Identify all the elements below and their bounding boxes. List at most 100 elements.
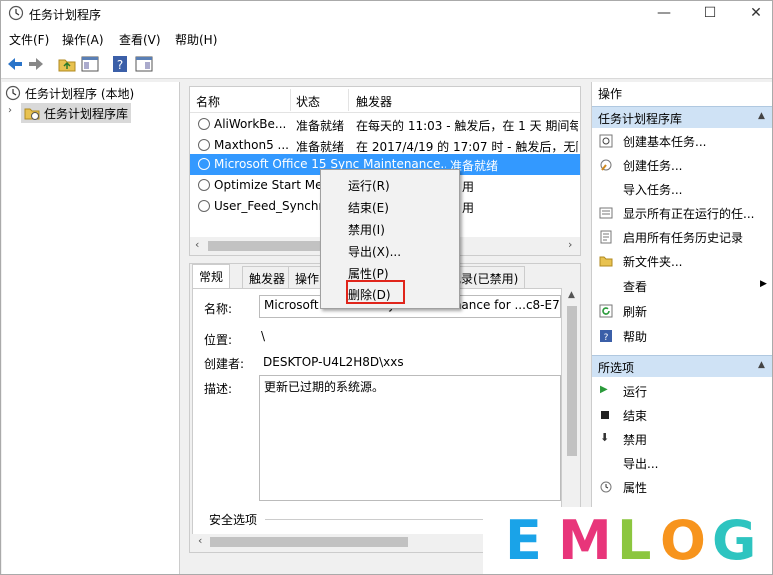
tree-root-label[interactable]: 任务计划程序 (本地) xyxy=(25,85,134,102)
scroll-left-icon[interactable]: ‹ xyxy=(198,534,202,547)
maximize-button[interactable]: ☐ xyxy=(687,1,733,27)
running-tasks-icon xyxy=(599,207,613,219)
location-value: \ xyxy=(261,329,266,343)
folder-up-icon[interactable] xyxy=(57,54,77,74)
scroll-thumb[interactable] xyxy=(210,537,408,547)
refresh-icon xyxy=(599,304,613,318)
action-enable-history[interactable]: 启用所有任务历史记录 xyxy=(592,225,772,249)
menu-item-end[interactable]: 结束(E) xyxy=(348,199,389,219)
collapse-arrow-icon[interactable]: ▲ xyxy=(758,111,765,121)
action-new-folder[interactable]: 新文件夹... xyxy=(592,249,772,273)
action-end[interactable]: 结束 xyxy=(592,403,772,427)
column-header-name[interactable]: 名称 xyxy=(196,93,220,110)
forward-arrow-icon[interactable] xyxy=(26,54,46,74)
scroll-left-icon[interactable]: ‹ xyxy=(195,238,199,251)
section-header-selected[interactable]: 所选项 ▲ xyxy=(592,355,772,377)
create-task-icon xyxy=(600,159,612,171)
action-label: 属性 xyxy=(623,481,648,495)
actions-pane: 操作 任务计划程序库 ▲ 创建基本任务... 创建任务... 导入任务... 显… xyxy=(591,82,772,574)
task-clock-icon xyxy=(198,158,210,170)
pane-splitter[interactable] xyxy=(181,82,187,574)
action-view[interactable]: 查看 ▶ xyxy=(592,274,772,298)
help-icon: ? xyxy=(600,330,612,343)
action-run[interactable]: ▶ 运行 xyxy=(592,379,772,403)
tree-item-library[interactable]: 任务计划程序库 xyxy=(21,103,131,123)
logo-letter: M xyxy=(558,509,612,572)
scroll-right-icon[interactable]: › xyxy=(568,238,572,251)
action-disable[interactable]: ⬇ 禁用 xyxy=(592,427,772,451)
action-help[interactable]: ? 帮助 xyxy=(592,324,772,348)
action-label: 启用所有任务历史记录 xyxy=(623,231,744,245)
name-label: 名称: xyxy=(204,302,233,316)
emlog-watermark-logo: E M L O G xyxy=(483,507,772,574)
action-create-task[interactable]: 创建任务... xyxy=(592,153,772,177)
action-export[interactable]: 导出... xyxy=(592,451,772,475)
tab-general[interactable]: 常规 xyxy=(192,264,231,289)
task-name: User_Feed_Synchro xyxy=(214,199,324,213)
toolbar: ? xyxy=(1,49,772,79)
action-label: 创建任务... xyxy=(623,159,683,173)
action-label: 显示所有正在运行的任... xyxy=(623,207,755,221)
vertical-scrollbar[interactable]: ▲ ▼ xyxy=(564,288,580,538)
scroll-thumb[interactable] xyxy=(567,306,577,456)
logo-letter: E xyxy=(505,509,542,572)
logo-letter: G xyxy=(712,509,757,572)
show-hide-console-icon[interactable] xyxy=(80,54,100,74)
column-header-trigger[interactable]: 触发器 xyxy=(356,93,392,110)
table-row[interactable]: AliWorkBe... 准备就绪 在每天的 11:03 - 触发后，在 1 天… xyxy=(190,114,580,135)
delete-highlight-box xyxy=(346,280,405,304)
action-import-task[interactable]: 导入任务... xyxy=(592,177,772,201)
task-clock-icon xyxy=(198,179,210,191)
folder-icon xyxy=(599,256,613,267)
task-trigger: 在每天的 11:03 - 触发后，在 1 天 期间每 xyxy=(356,119,578,133)
title-bar: 任务计划程序 — ☐ ✕ xyxy=(1,1,772,27)
menu-item-run[interactable]: 运行(R) xyxy=(348,177,390,197)
menu-view[interactable]: 查看(V) xyxy=(119,31,161,48)
action-create-basic-task[interactable]: 创建基本任务... xyxy=(592,129,772,153)
collapse-arrow-icon[interactable]: ▲ xyxy=(758,360,765,370)
action-label: 禁用 xyxy=(623,433,648,447)
show-action-pane-icon[interactable] xyxy=(134,54,154,74)
logo-letter: O xyxy=(660,509,706,572)
help-icon[interactable]: ? xyxy=(110,54,130,74)
general-tab-body: 名称: Microsoft Office 15 Sync Maintenance… xyxy=(192,288,562,538)
create-basic-task-icon xyxy=(599,134,613,148)
folder-clock-icon xyxy=(24,108,40,120)
back-arrow-icon[interactable] xyxy=(5,54,25,74)
actions-title: 操作 xyxy=(592,82,772,104)
table-row[interactable]: Maxthon5 ... 准备就绪 在 2017/4/19 的 17:07 时 … xyxy=(190,135,580,156)
clock-icon xyxy=(5,85,21,101)
action-label: 导出... xyxy=(623,457,659,471)
menu-help[interactable]: 帮助(H) xyxy=(175,31,217,48)
stop-icon xyxy=(601,411,609,419)
column-header-status[interactable]: 状态 xyxy=(296,93,320,110)
task-clock-icon xyxy=(198,118,210,130)
section-header-library[interactable]: 任务计划程序库 ▲ xyxy=(592,106,772,128)
action-show-running-tasks[interactable]: 显示所有正在运行的任... xyxy=(592,201,772,225)
minimize-button[interactable]: — xyxy=(641,1,687,27)
menu-item-export[interactable]: 导出(X)... xyxy=(348,243,401,263)
submenu-arrow-icon: ▶ xyxy=(760,279,767,289)
action-refresh[interactable]: 刷新 xyxy=(592,299,772,323)
history-icon xyxy=(600,230,612,244)
action-properties[interactable]: 属性 xyxy=(592,475,772,499)
tab-triggers[interactable]: 触发器 xyxy=(242,266,293,288)
menu-bar: 文件(F) 操作(A) 查看(V) 帮助(H) xyxy=(1,27,772,49)
expand-chevron-icon[interactable]: › xyxy=(8,105,12,116)
description-field[interactable]: 更新已过期的系统源。 xyxy=(259,375,561,501)
close-button[interactable]: ✕ xyxy=(733,1,772,27)
menu-file[interactable]: 文件(F) xyxy=(9,31,49,48)
menu-item-disable[interactable]: 禁用(I) xyxy=(348,221,385,241)
action-label: 创建基本任务... xyxy=(623,135,707,149)
list-header: 名称 状态 触发器 xyxy=(190,87,580,113)
scroll-up-icon[interactable]: ▲ xyxy=(568,290,575,300)
disable-arrow-icon: ⬇ xyxy=(600,431,610,444)
location-label: 位置: xyxy=(204,333,233,347)
menu-action[interactable]: 操作(A) xyxy=(62,31,104,48)
task-status: 用 xyxy=(462,180,475,194)
action-label: 结束 xyxy=(623,409,648,423)
author-label: 创建者: xyxy=(204,357,245,371)
task-trigger: 在 2017/4/19 的 17:07 时 - 触发后，无限 xyxy=(356,140,578,154)
action-label: 刷新 xyxy=(623,305,648,319)
action-label: 导入任务... xyxy=(623,183,683,197)
